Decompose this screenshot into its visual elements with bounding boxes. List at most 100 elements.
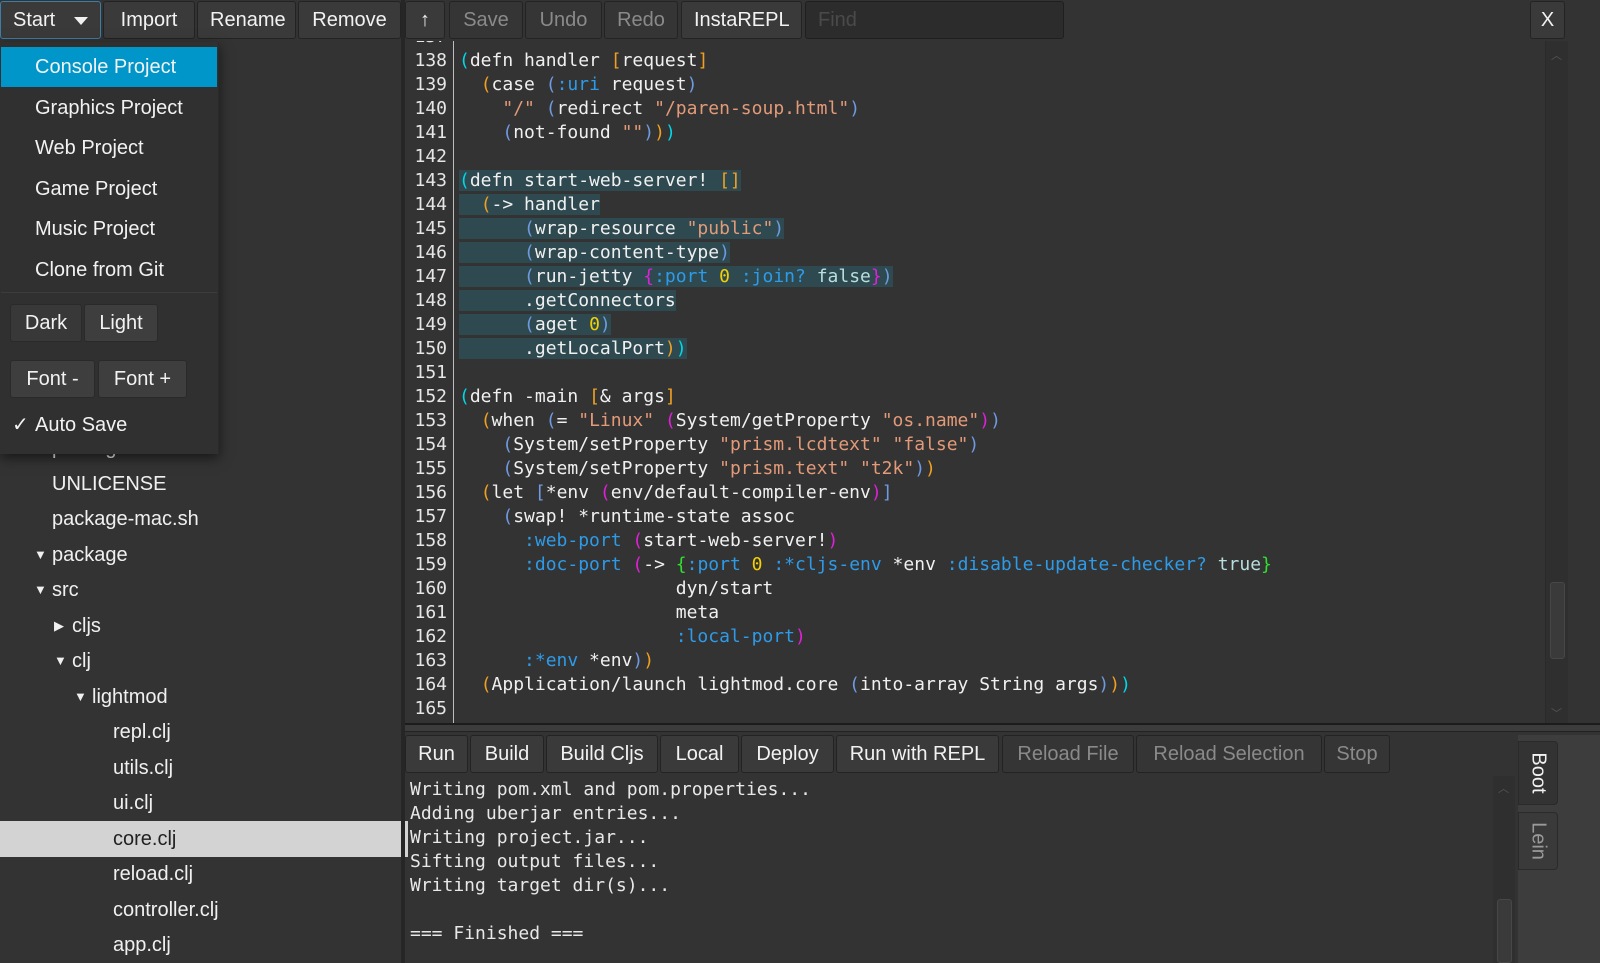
redo-button[interactable]: Redo [604, 1, 678, 39]
code-line[interactable]: :web-port (start-web-server!) [459, 529, 838, 553]
font-increase-button[interactable]: Font + [98, 360, 187, 398]
code-line[interactable]: (case (:uri request) [459, 73, 698, 97]
reload-file-button[interactable]: Reload File [1002, 735, 1134, 773]
close-file-button[interactable]: X [1530, 1, 1565, 39]
font-decrease-button[interactable]: Font - [10, 360, 95, 398]
menu-item-web-project[interactable]: Web Project [1, 128, 217, 168]
find-input[interactable] [805, 1, 1064, 39]
tree-item[interactable]: ▼ lightmod [0, 679, 408, 715]
tree-item[interactable]: utils.clj [0, 750, 408, 786]
reload-selection-button[interactable]: Reload Selection [1136, 735, 1322, 773]
build-cljs-button[interactable]: Build Cljs [546, 735, 658, 773]
rename-button[interactable]: Rename [197, 1, 296, 39]
code-line[interactable]: dyn/start [459, 577, 774, 601]
token: request [599, 74, 687, 95]
code-line[interactable]: (wrap-resource "public") [459, 217, 785, 241]
tree-item-label: cljs [72, 614, 101, 637]
editor-scrollbar[interactable]: ︿ ﹀ [1545, 41, 1568, 723]
menu-item-clone-from-git[interactable]: Clone from Git [1, 250, 217, 290]
tree-item[interactable]: ▶ cljs [0, 608, 408, 644]
tree-item[interactable]: repl.clj [0, 714, 408, 750]
collapsed-triangle-icon[interactable]: ▶ [54, 608, 64, 644]
run-with-repl-button[interactable]: Run with REPL [836, 735, 999, 773]
token: Application/launch lightmod.core [491, 674, 850, 695]
console-scrollbar[interactable]: ︿ [1493, 776, 1515, 963]
run-button[interactable]: Run [405, 735, 468, 773]
import-button[interactable]: Import [103, 1, 195, 39]
tree-item[interactable]: controller.clj [0, 892, 408, 928]
console-scroll-thumb[interactable] [1497, 899, 1512, 963]
console-output[interactable]: Writing pom.xml and pom.properties... Add… [405, 776, 1490, 963]
instarepl-button[interactable]: InstaREPL [681, 1, 802, 39]
tree-item[interactable]: ▼ package [0, 537, 408, 573]
code-line[interactable]: (defn -main [& args] [459, 385, 676, 409]
light-theme-button[interactable]: Light [84, 304, 158, 342]
editor-scroll-thumb[interactable] [1550, 582, 1565, 659]
remove-button[interactable]: Remove [298, 1, 401, 39]
code-line[interactable]: meta [459, 601, 719, 625]
menu-item-graphics-project[interactable]: Graphics Project [1, 88, 217, 128]
code-line[interactable]: (swap! *runtime-state assoc [459, 505, 795, 529]
code-line[interactable]: (System/setProperty "prism.text" "t2k")) [459, 457, 936, 481]
editor-console-splitter[interactable] [405, 723, 1600, 732]
tree-item[interactable]: app.clj [0, 927, 408, 963]
scroll-up-icon[interactable]: ︿ [1551, 47, 1562, 63]
code-editor[interactable]: 137138 139 140 141 142 143 144 145 146 147 148 149 1… [405, 41, 1545, 723]
code-line[interactable]: .getConnectors [459, 289, 676, 313]
menu-item-music-project[interactable]: Music Project [1, 209, 217, 249]
tab-boot[interactable]: Boot [1518, 741, 1558, 805]
code-line[interactable]: "/" (redirect "/paren-soup.html") [459, 97, 860, 121]
tree-item[interactable]: package-mac.sh [0, 501, 408, 537]
expanded-triangle-icon[interactable]: ▼ [54, 643, 67, 679]
tree-item[interactable]: ▼ clj [0, 643, 408, 679]
code-line[interactable]: (not-found ""))) [459, 121, 675, 145]
expanded-triangle-icon[interactable]: ▼ [34, 537, 47, 573]
expanded-triangle-icon[interactable]: ▼ [74, 679, 87, 715]
code-line[interactable]: (run-jetty {:port 0 :join? false}) [459, 265, 893, 289]
token-str: "t2k" [860, 458, 915, 479]
code-line[interactable]: .getLocalPort)) [459, 337, 687, 361]
save-button[interactable]: Save [449, 1, 523, 39]
code-line[interactable]: (aget 0) [459, 313, 611, 337]
local-button[interactable]: Local [660, 735, 739, 773]
code-line[interactable]: :doc-port (-> {:port 0 :*cljs-env *env :… [459, 553, 1272, 577]
token-bool: true [1217, 554, 1262, 575]
menu-item-game-project[interactable]: Game Project [1, 169, 217, 209]
deploy-button[interactable]: Deploy [741, 735, 834, 773]
token: System/setProperty [513, 458, 720, 479]
menu-item-console-project[interactable]: Console Project [1, 47, 217, 87]
up-arrow-button[interactable]: ↑ [405, 1, 445, 39]
tree-item[interactable]: ui.clj [0, 785, 408, 821]
auto-save-menu-item[interactable]: ✓ Auto Save [0, 405, 216, 445]
code-line[interactable]: (Application/launch lightmod.core (into-… [459, 673, 1131, 697]
code-line[interactable]: :local-port) [459, 625, 806, 649]
code-line-text: "/" (redirect "/paren-soup.html") [459, 98, 860, 119]
tree-item[interactable]: ▼ src [0, 572, 408, 608]
stop-button[interactable]: Stop [1324, 735, 1390, 773]
tree-item[interactable]: reload.clj [0, 856, 408, 892]
project-toolbar: Start Import Rename Remove [0, 0, 408, 40]
tree-item[interactable]: UNLICENSE [0, 466, 408, 502]
code-line[interactable]: (when (= "Linux" (System/getProperty "os… [459, 409, 1001, 433]
code-line[interactable]: (let [*env (env/default-compiler-env)] [459, 481, 893, 505]
code-line[interactable]: (defn handler [request] [459, 49, 708, 73]
code-line[interactable]: :*env *env)) [459, 649, 654, 673]
scroll-up-icon[interactable]: ︿ [1498, 780, 1509, 796]
tab-lein[interactable]: Lein [1518, 812, 1558, 870]
code-line[interactable]: (defn start-web-server! [] [459, 169, 741, 193]
tree-item[interactable]: core.clj [0, 820, 408, 857]
undo-button[interactable]: Undo [525, 1, 602, 39]
code-line-text: (swap! *runtime-state assoc [459, 506, 795, 527]
scroll-down-icon[interactable]: ﹀ [1551, 705, 1562, 721]
code-line[interactable]: (System/setProperty "prism.lcdtext" "fal… [459, 433, 979, 457]
code-line[interactable]: (-> handler [459, 193, 600, 217]
start-dropdown-button[interactable]: Start [0, 1, 101, 39]
dark-theme-button[interactable]: Dark [10, 304, 82, 342]
tree-item-label: ui.clj [113, 792, 154, 814]
build-button[interactable]: Build [470, 735, 544, 773]
expanded-triangle-icon[interactable]: ▼ [34, 572, 47, 608]
code-line-text: dyn/start [459, 578, 774, 599]
code-line[interactable]: (wrap-content-type) [459, 241, 730, 265]
